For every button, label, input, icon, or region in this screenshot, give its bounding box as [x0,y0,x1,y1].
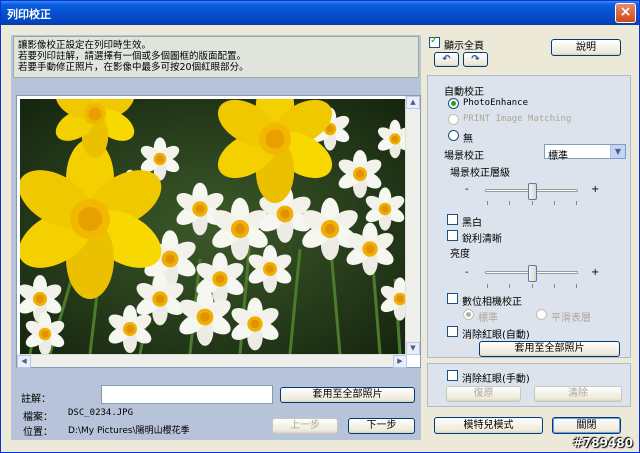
digital-camera-checkbox[interactable] [447,293,458,304]
restore-button[interactable]: 復原 [446,386,521,402]
brightness-ticks [487,284,577,288]
photo-preview[interactable] [20,99,405,354]
print-correction-window: 列印校正 × 讓影像校正設定在列印時生效。 若要列印註解，請選擇有一個或多個圖框… [0,0,640,453]
file-name: DSC_0234.JPG [68,408,134,418]
scene-level-label: 場景校正層級 [450,168,510,179]
vertical-scrollbar[interactable]: ▲ ▼ [405,96,420,355]
dc-standard-label: 標準 [478,313,498,324]
scene-correct-label: 場景校正 [444,151,484,162]
comment-input[interactable] [101,385,273,404]
black-white-label: 黑白 [462,218,482,229]
model-mode-button[interactable]: 模特兒模式 [434,417,543,434]
photo-preview-frame: ▲ ▼ ◀ ▶ [16,95,421,368]
digital-camera-label: 數位相機校正 [462,297,522,308]
dc-smooth-radio[interactable] [536,309,547,320]
close-window-button[interactable]: × [615,3,636,23]
redeye-auto-checkbox[interactable] [447,326,458,337]
photoenhance-radio[interactable] [448,98,459,109]
location-label: 位置： [23,427,53,438]
redeye-auto-label: 消除紅眼(自動) [462,330,530,341]
auto-correct-heading: 自動校正 [444,87,484,98]
message-line: 若要手動修正照片，在影像中最多可按20個紅眼部分。 [18,62,249,73]
location-path: D:\My Pictures\陽明山櫻花季 [68,426,190,436]
sharpen-label: 銳利清晰 [462,234,502,245]
show-all-checkbox[interactable] [429,35,440,48]
next-button[interactable]: 下一步 [348,418,415,434]
rotate-right-icon[interactable]: ↷ [463,52,488,67]
scene-level-ticks [487,201,577,205]
sharpen-checkbox[interactable] [447,230,458,241]
daffodil-photo [20,99,405,354]
brightness-label: 亮度 [450,249,470,260]
brightness-minus: - [465,267,469,278]
help-button[interactable]: 說明 [551,39,621,56]
print-image-matching-radio[interactable] [448,114,459,125]
scroll-left-arrow-icon[interactable]: ◀ [17,355,31,368]
print-image-matching-label: PRINT Image Matching [463,114,572,124]
horizontal-scrollbar[interactable]: ◀ ▶ [17,354,407,368]
close-button[interactable]: 關閉 [552,417,621,434]
show-all-label: 顯示全頁 [444,41,484,52]
comment-label: 註解： [21,394,51,405]
watermark-text: #789480 [572,436,633,450]
brightness-plus: + [591,267,600,278]
dc-standard-radio[interactable] [463,309,474,320]
scene-correct-select[interactable]: 標準 ▼ [544,144,626,162]
apply-comment-all-button[interactable]: 套用至全部照片 [280,387,415,403]
none-label: 無 [463,134,473,145]
photoenhance-label: PhotoEnhance [463,98,529,108]
clear-button[interactable]: 清除 [534,386,622,402]
instruction-message: 讓影像校正設定在列印時生效。 若要列印註解，請選擇有一個或多個圖框的版面配置。 … [13,36,419,78]
message-line: 讓影像校正設定在列印時生效。 [18,40,152,51]
redeye-manual-label: 消除紅眼(手動) [462,374,530,385]
message-line: 若要列印註解，請選擇有一個或多個圖框的版面配置。 [18,51,247,62]
window-title: 列印校正 [7,8,51,21]
scroll-down-arrow-icon[interactable]: ▼ [406,342,420,355]
scroll-right-arrow-icon[interactable]: ▶ [393,355,407,368]
scene-level-slider[interactable] [528,183,537,200]
black-white-checkbox[interactable] [447,214,458,225]
file-label: 檔案： [23,412,53,423]
previous-button[interactable]: 上一步 [272,418,338,434]
none-radio[interactable] [448,130,459,141]
scene-correct-value: 標準 [548,151,568,162]
chevron-down-icon[interactable]: ▼ [610,145,625,158]
scroll-up-arrow-icon[interactable]: ▲ [406,96,420,109]
brightness-slider[interactable] [528,265,537,282]
scene-level-plus: + [591,184,600,195]
title-bar: 列印校正 × [1,1,639,25]
redeye-manual-checkbox[interactable] [447,370,458,381]
apply-all-photos-button[interactable]: 套用至全部照片 [479,341,620,357]
rotate-left-icon[interactable]: ↶ [434,52,459,67]
dc-smooth-label: 平滑表層 [551,313,591,324]
scene-level-minus: - [465,184,469,195]
